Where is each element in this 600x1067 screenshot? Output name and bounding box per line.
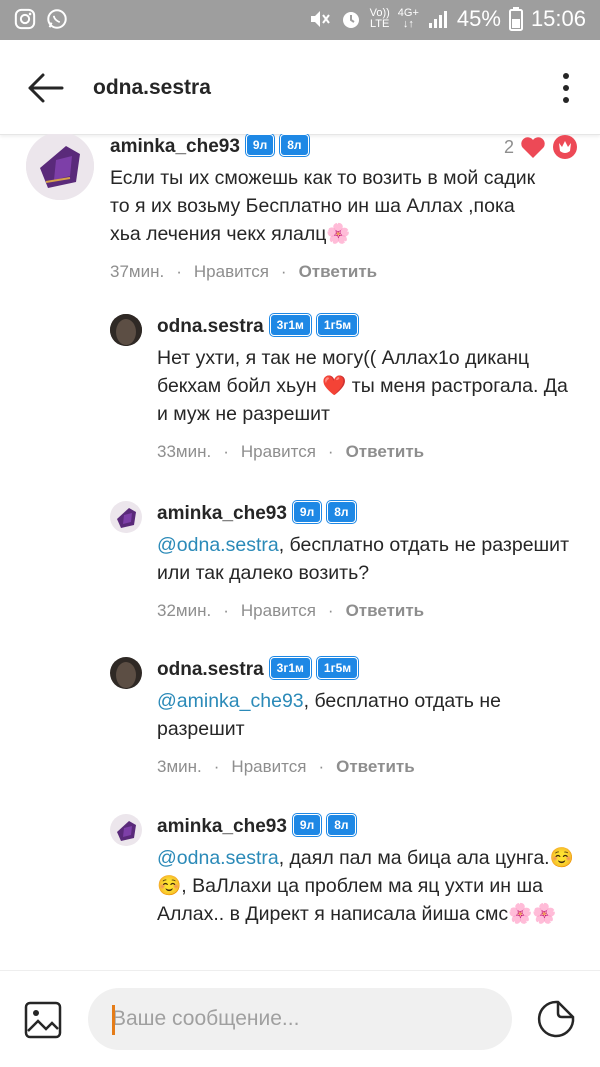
mention-link[interactable]: @aminka_che93: [157, 690, 304, 712]
status-bar: Vo)) LTE 4G+ ↓↑ 45% 15:06: [0, 0, 600, 40]
mute-icon: [310, 11, 330, 27]
signal-icon: [428, 11, 447, 28]
comment-composer: [0, 970, 600, 1067]
battery-percent: 45%: [456, 6, 501, 31]
comment-time: 37мин.: [110, 262, 165, 281]
volte-indicator: Vo)) LTE: [369, 7, 390, 30]
user-badge: 3г1м: [269, 314, 311, 336]
comment-text: @odna.sestra, бесплатно отдать не разреш…: [157, 531, 577, 587]
reply-button[interactable]: Ответить: [346, 601, 425, 620]
reply-button[interactable]: Ответить: [346, 442, 425, 461]
message-input[interactable]: [88, 988, 512, 1050]
avatar[interactable]: [110, 501, 142, 533]
user-badge: 3г1м: [269, 657, 311, 679]
more-options-icon[interactable]: [558, 70, 574, 106]
comment-username[interactable]: aminka_che93: [157, 816, 287, 837]
comment-meta: 37мин. · Нравится · Ответить: [110, 262, 378, 281]
comment-text: @aminka_che93, бесплатно отдать не разре…: [157, 687, 577, 743]
avatar[interactable]: [26, 134, 94, 200]
like-count: 2: [503, 136, 514, 157]
comment-time: 32мин.: [157, 601, 212, 620]
comment-text: Если ты их сможешь как то возить в мой с…: [110, 167, 536, 245]
clock: 15:06: [530, 6, 586, 31]
like-button[interactable]: Нравится: [241, 442, 316, 461]
user-badge: 8л: [327, 501, 356, 523]
gallery-icon[interactable]: [24, 1001, 62, 1039]
battery-icon: [508, 7, 523, 31]
comments-list: aminka_che93 9л 8л Если ты их сможешь как …: [0, 134, 600, 970]
comment-username[interactable]: odna.sestra: [157, 659, 264, 680]
avatar[interactable]: [110, 657, 142, 689]
text-cursor: [112, 1005, 115, 1035]
comment-item: odna.sestra 3г1м 1г5м @aminka_che93, беспл…: [0, 657, 600, 797]
comment-username[interactable]: odna.sestra: [157, 316, 264, 337]
tulip-icon[interactable]: [552, 134, 578, 160]
page-title: odna.sestra: [93, 76, 211, 99]
comment-item: aminka_che93 9л 8л @odna.sestra, бесплатно…: [0, 501, 600, 641]
instagram-icon: [14, 8, 36, 30]
back-arrow-icon[interactable]: [26, 70, 66, 106]
comment-item: aminka_che93 9л 8л @odna.sestra, даял пал …: [0, 814, 600, 970]
reply-button[interactable]: Ответить: [336, 757, 415, 776]
sticker-icon[interactable]: [536, 999, 576, 1039]
user-badge: 1г5м: [316, 314, 359, 336]
comment-time: 33мин.: [157, 442, 212, 461]
avatar[interactable]: [110, 314, 142, 346]
comment-username[interactable]: aminka_che93: [110, 136, 240, 157]
user-badge: 9л: [292, 814, 322, 836]
like-button[interactable]: Нравится: [194, 262, 269, 281]
user-badge: 9л: [292, 501, 322, 523]
comment-item: aminka_che93 9л 8л Если ты их сможешь как …: [0, 134, 600, 304]
comment-username[interactable]: aminka_che93: [157, 503, 287, 524]
user-badge: 9л: [245, 134, 275, 156]
comment-meta: 33мин. · Нравится · Ответить: [157, 442, 425, 461]
alarm-icon: [342, 12, 359, 28]
like-button[interactable]: Нравится: [241, 601, 316, 620]
comment-time: 3мин.: [157, 757, 202, 776]
reply-button[interactable]: Ответить: [299, 262, 378, 281]
user-badge: 8л: [327, 814, 356, 836]
top-app-bar: odna.sestra: [0, 40, 600, 135]
like-button[interactable]: Нравится: [231, 757, 306, 776]
heart-icon[interactable]: [520, 135, 546, 159]
avatar[interactable]: [110, 814, 142, 846]
user-badge: 1г5м: [316, 657, 359, 679]
user-badge: 8л: [280, 134, 309, 156]
comment-item: odna.sestra 3г1м 1г5м Нет ухти, я так не м…: [0, 314, 600, 474]
comment-meta: 3мин. · Нравится · Ответить: [157, 757, 415, 776]
comment-text: @odna.sestra, даял пал ма бица ала цунга…: [157, 844, 577, 928]
like-count-group: 2: [504, 134, 578, 160]
network-type: 4G+ ↓↑: [397, 7, 419, 30]
mention-link[interactable]: @odna.sestra: [157, 534, 279, 556]
comment-meta: 32мин. · Нравится · Ответить: [157, 601, 425, 620]
whatsapp-icon: [47, 9, 67, 29]
comment-text: Нет ухти, я так не могу(( Аллах1о диканц…: [157, 347, 568, 425]
mention-link[interactable]: @odna.sestra: [157, 847, 279, 869]
